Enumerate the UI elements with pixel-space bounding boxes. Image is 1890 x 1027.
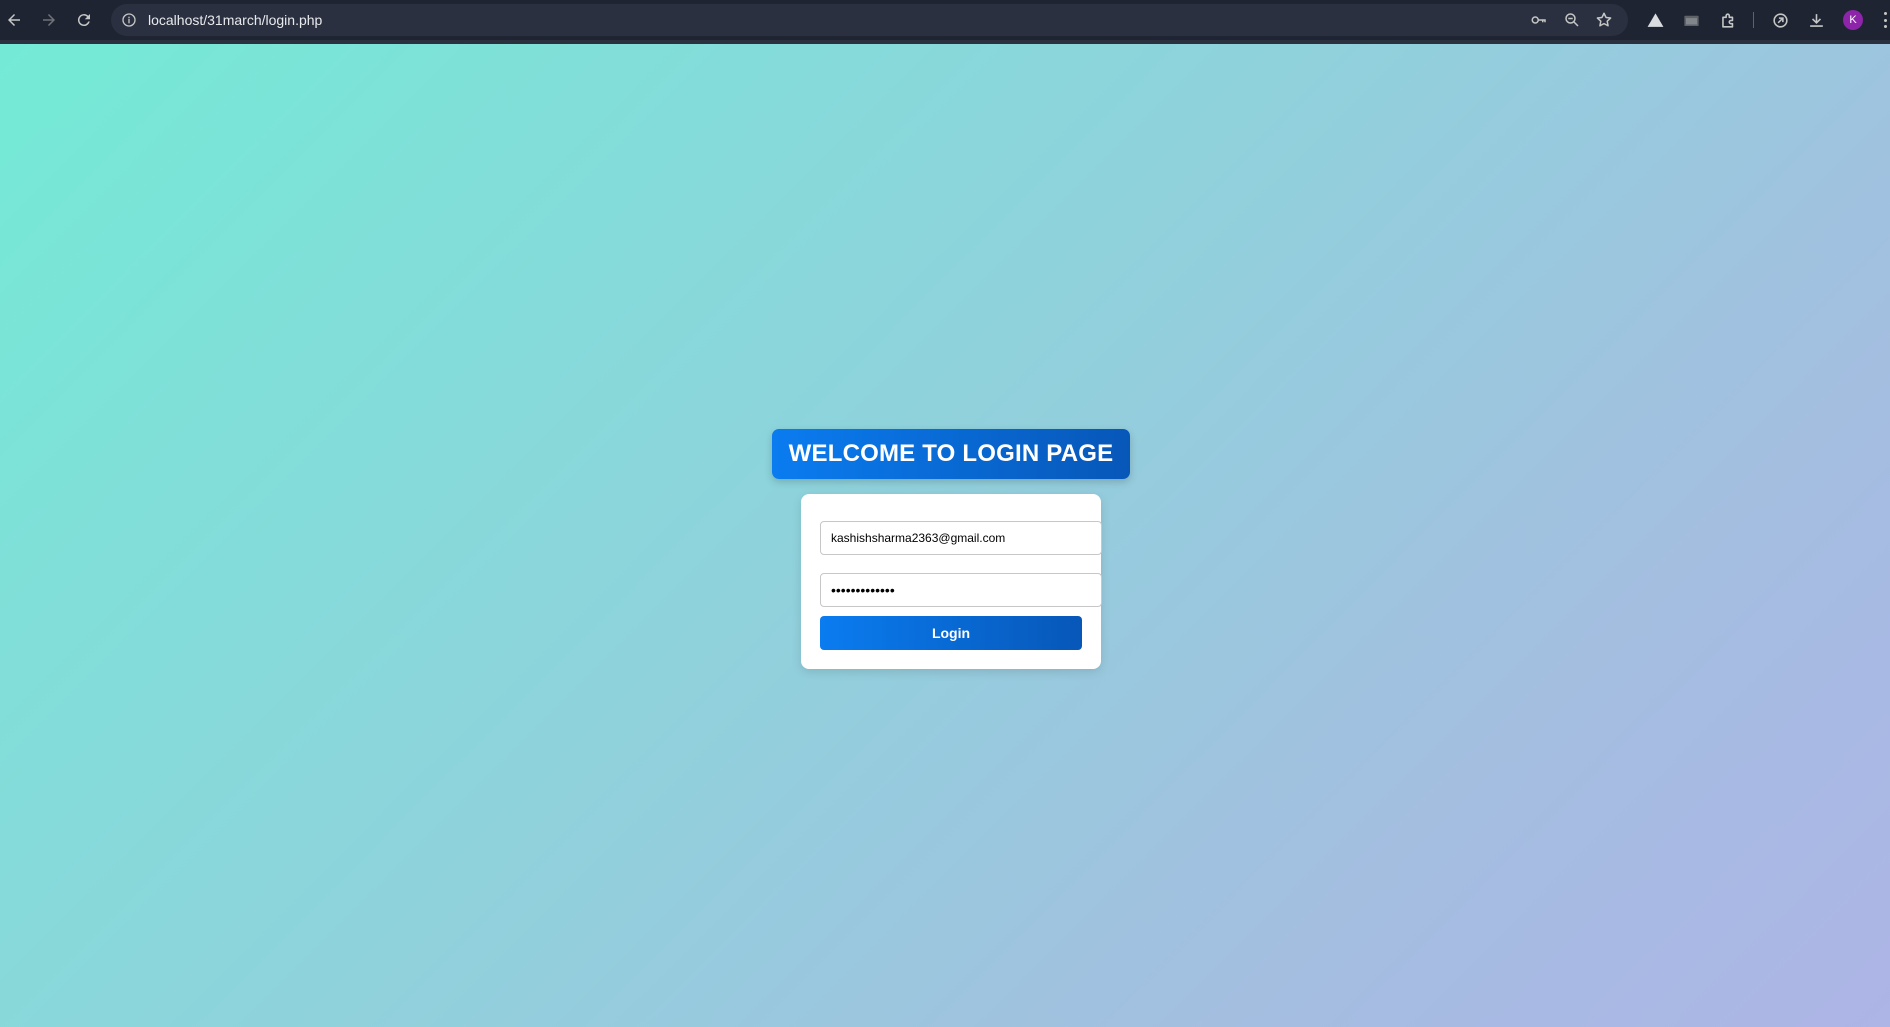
address-bar[interactable]: localhost/31march/login.php	[111, 4, 1628, 36]
zoom-icon	[1565, 13, 1579, 27]
bookmark-button[interactable]	[1594, 10, 1614, 30]
extension-button-1[interactable]	[1643, 8, 1667, 32]
folder-extension-icon	[1683, 15, 1699, 26]
profile-avatar[interactable]: K	[1843, 10, 1863, 30]
more-vert-icon[interactable]	[1880, 10, 1890, 30]
password-field[interactable]	[820, 573, 1102, 607]
back-button[interactable]	[0, 6, 28, 34]
puzzle-icon	[1721, 12, 1733, 28]
email-field[interactable]	[820, 521, 1102, 555]
zoom-button[interactable]	[1562, 10, 1582, 30]
downloads-button[interactable]	[1804, 8, 1828, 32]
extension-button-2[interactable]	[1679, 8, 1703, 32]
download-icon	[1809, 13, 1823, 27]
login-button[interactable]: Login	[820, 616, 1082, 650]
password-manager-button[interactable]	[1529, 10, 1549, 30]
forward-button[interactable]	[35, 6, 63, 34]
reload-icon	[77, 14, 90, 27]
page-title: WELCOME TO LOGIN PAGE	[772, 429, 1130, 479]
triangle-extension-icon	[1647, 12, 1663, 27]
forward-arrow-icon	[43, 14, 55, 26]
toolbar-divider	[1753, 12, 1754, 28]
extensions-menu-button[interactable]	[1716, 8, 1740, 32]
browser-toolbar: localhost/31march/login.php K	[0, 0, 1890, 40]
reload-button[interactable]	[70, 6, 98, 34]
sync-icon	[1772, 12, 1788, 28]
url-text[interactable]: localhost/31march/login.php	[148, 12, 322, 28]
info-icon	[122, 13, 136, 27]
sync-button[interactable]	[1768, 8, 1792, 32]
page-viewport: WELCOME TO LOGIN PAGE Login	[0, 44, 1890, 1027]
star-icon	[1596, 12, 1612, 27]
back-arrow-icon	[8, 14, 20, 26]
site-info-button[interactable]	[119, 10, 139, 30]
login-form: Login	[801, 494, 1102, 669]
key-icon	[1531, 16, 1546, 24]
